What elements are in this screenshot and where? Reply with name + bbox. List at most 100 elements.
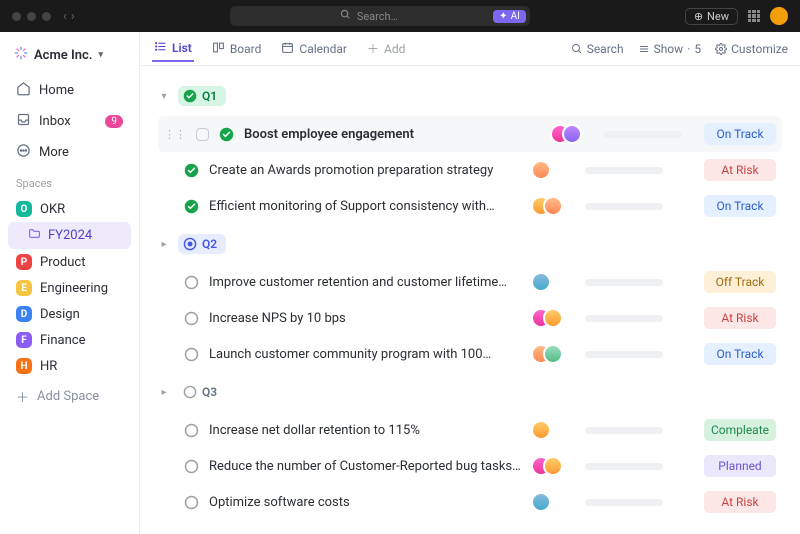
status-badge[interactable]: On Track [704,195,776,217]
progress-bar [585,315,663,322]
view-tab-add[interactable]: ＋ Add [365,36,407,61]
task-row[interactable]: Create an Awards promotion preparation s… [158,152,782,188]
task-row[interactable]: Launch customer community program with 1… [158,336,782,372]
calendar-icon [281,41,294,57]
inbox-badge: 9 [105,115,123,128]
sidebar-item-more[interactable]: More [8,138,131,167]
status-badge[interactable]: At Risk [704,159,776,181]
status-badge[interactable]: On Track [704,343,776,365]
toolbar-search[interactable]: Search [571,42,624,56]
global-search[interactable]: Search… ✦ AI [230,6,530,26]
search-placeholder: Search… [357,10,398,23]
add-space-button[interactable]: ＋ Add Space [8,381,131,412]
sidebar-item-label: More [39,145,69,160]
assignee-avatar[interactable] [531,272,551,292]
sidebar-space-engineering[interactable]: EEngineering [8,275,131,301]
task-row[interactable]: Improve customer retention and customer … [158,264,782,300]
status-badge[interactable]: Compleate [704,419,776,441]
toolbar-show[interactable]: Show · 5 [638,42,702,56]
traffic-dot[interactable] [27,12,36,21]
status-badge[interactable]: Off Track [704,271,776,293]
assignee-avatar[interactable] [543,344,563,364]
view-tab-calendar[interactable]: Calendar [279,37,349,61]
traffic-dot[interactable] [12,12,21,21]
quarter-pill: Q1 [178,86,226,106]
group-header-q2[interactable]: ▸ Q2 [158,224,782,264]
assignee-avatar[interactable] [543,308,563,328]
task-status-icon[interactable] [184,199,199,214]
sidebar-space-hr[interactable]: HHR [8,353,131,379]
assignees [531,344,575,364]
space-badge: P [16,254,32,270]
quarter-label: Q1 [202,89,217,103]
drag-handle-icon[interactable]: ⋮⋮ [164,128,186,141]
assignee-avatar[interactable] [531,492,551,512]
sidebar-space-design[interactable]: DDesign [8,301,131,327]
view-tab-board[interactable]: Board [210,37,264,61]
assignees [531,308,575,328]
spaces-label: Spaces [8,169,131,194]
task-list: ▾ Q1 ⋮⋮ Boost employee engagement On Tra… [140,66,800,534]
status-badge[interactable]: At Risk [704,307,776,329]
chevron-icon: ▾ [158,91,170,102]
task-row[interactable]: ⋮⋮ Boost employee engagement On Track [158,116,782,152]
assignee-avatar[interactable] [543,456,563,476]
sidebar-item-label: Inbox [39,114,71,129]
sidebar-space-okr[interactable]: OOKR [8,196,131,222]
task-row[interactable]: Reduce the number of Customer-Reported b… [158,448,782,484]
view-tab-list[interactable]: List [152,36,194,62]
assignee-avatar[interactable] [531,420,551,440]
progress-bar [585,167,663,174]
user-avatar[interactable] [770,7,788,25]
task-status-icon[interactable] [184,311,199,326]
home-icon [16,81,31,100]
status-badge[interactable]: On Track [704,123,776,145]
assignee-avatar[interactable] [562,124,582,144]
sidebar-space-product[interactable]: PProduct [8,249,131,275]
progress-bar [585,427,663,434]
sidebar-space-child-fy2024[interactable]: FY2024 [8,222,131,249]
task-status-icon[interactable] [184,275,199,290]
forward-icon[interactable]: › [71,9,75,24]
progress-bar [585,279,663,286]
ai-chip[interactable]: ✦ AI [493,10,526,23]
space-label: Finance [40,333,85,348]
toolbar-search-label: Search [587,42,624,56]
new-button[interactable]: ⊕ New [685,8,738,25]
task-status-icon[interactable] [184,495,199,510]
back-icon[interactable]: ‹ [63,9,67,24]
assignee-avatar[interactable] [531,160,551,180]
checkbox[interactable] [196,128,209,141]
assignees [550,124,594,144]
view-tab-label: Board [230,42,262,56]
status-badge[interactable]: Planned [704,455,776,477]
apps-icon[interactable] [748,10,760,22]
group-header-q3[interactable]: ▸ Q3 [158,372,782,412]
task-row[interactable]: Efficient monitoring of Support consiste… [158,188,782,224]
progress-bar [585,499,663,506]
task-status-icon[interactable] [219,127,234,142]
task-row[interactable]: Increase net dollar retention to 115% Co… [158,412,782,448]
task-title: Increase NPS by 10 bps [209,311,521,326]
search-icon [340,9,351,23]
task-status-icon[interactable] [184,423,199,438]
toolbar-customize[interactable]: Customize [715,42,788,56]
workspace-switcher[interactable]: Acme Inc. ▾ [8,42,131,74]
group-header-q1[interactable]: ▾ Q1 [158,76,782,116]
traffic-dot[interactable] [42,12,51,21]
folder-icon [28,227,41,244]
chevron-down-icon: ▾ [98,50,103,60]
status-badge[interactable]: At Risk [704,491,776,513]
sidebar-item-home[interactable]: Home [8,76,131,105]
task-row[interactable]: Increase NPS by 10 bps At Risk [158,300,782,336]
task-status-icon[interactable] [184,163,199,178]
toolbar-right: Search Show · 5 Customize [571,42,788,56]
assignee-avatar[interactable] [543,196,563,216]
chevron-icon: ▸ [158,387,170,398]
plus-icon: ＋ [16,387,29,406]
sidebar-item-inbox[interactable]: Inbox 9 [8,107,131,136]
sidebar-space-finance[interactable]: FFinance [8,327,131,353]
task-row[interactable]: Optimize software costs At Risk [158,484,782,520]
task-status-icon[interactable] [184,347,199,362]
task-status-icon[interactable] [184,459,199,474]
